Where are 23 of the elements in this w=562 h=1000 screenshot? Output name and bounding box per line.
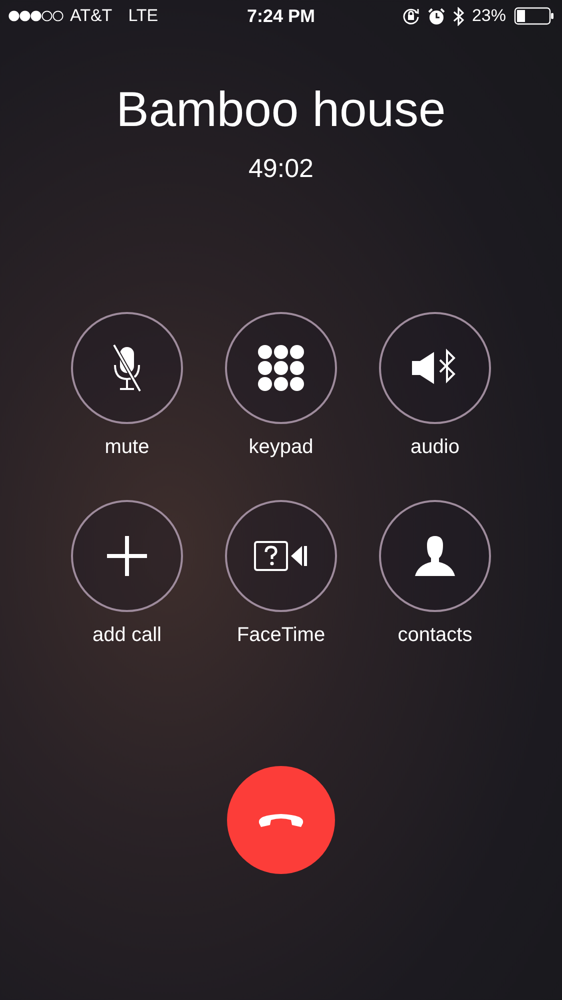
- plus-icon: [107, 536, 147, 576]
- caller-name: Bamboo house: [116, 82, 446, 139]
- person-silhouette-icon: [414, 536, 456, 576]
- button-label: keypad: [248, 435, 314, 460]
- signal-strength-icon: [8, 10, 64, 22]
- button-label: audio: [410, 435, 460, 460]
- button-label: FaceTime: [236, 623, 326, 648]
- bluetooth-icon: [452, 6, 464, 26]
- phone-handset-icon: [257, 811, 305, 829]
- button-label: add call: [92, 623, 162, 648]
- network-type: LTE: [128, 5, 158, 28]
- call-duration: 49:02: [248, 152, 314, 184]
- carrier-name: AT&T: [70, 5, 112, 28]
- video-camera-question-icon: [254, 541, 308, 571]
- keypad-icon: [258, 345, 304, 391]
- muted-microphone-icon: [112, 343, 142, 393]
- button-label: contacts: [398, 623, 472, 648]
- alarm-clock-icon: [428, 8, 445, 24]
- button-label: mute: [104, 435, 150, 460]
- clock-time: 7:24 PM: [246, 4, 316, 28]
- battery-icon: [514, 7, 554, 25]
- rotation-lock-icon: [402, 7, 420, 25]
- battery-percentage: 23%: [472, 5, 506, 28]
